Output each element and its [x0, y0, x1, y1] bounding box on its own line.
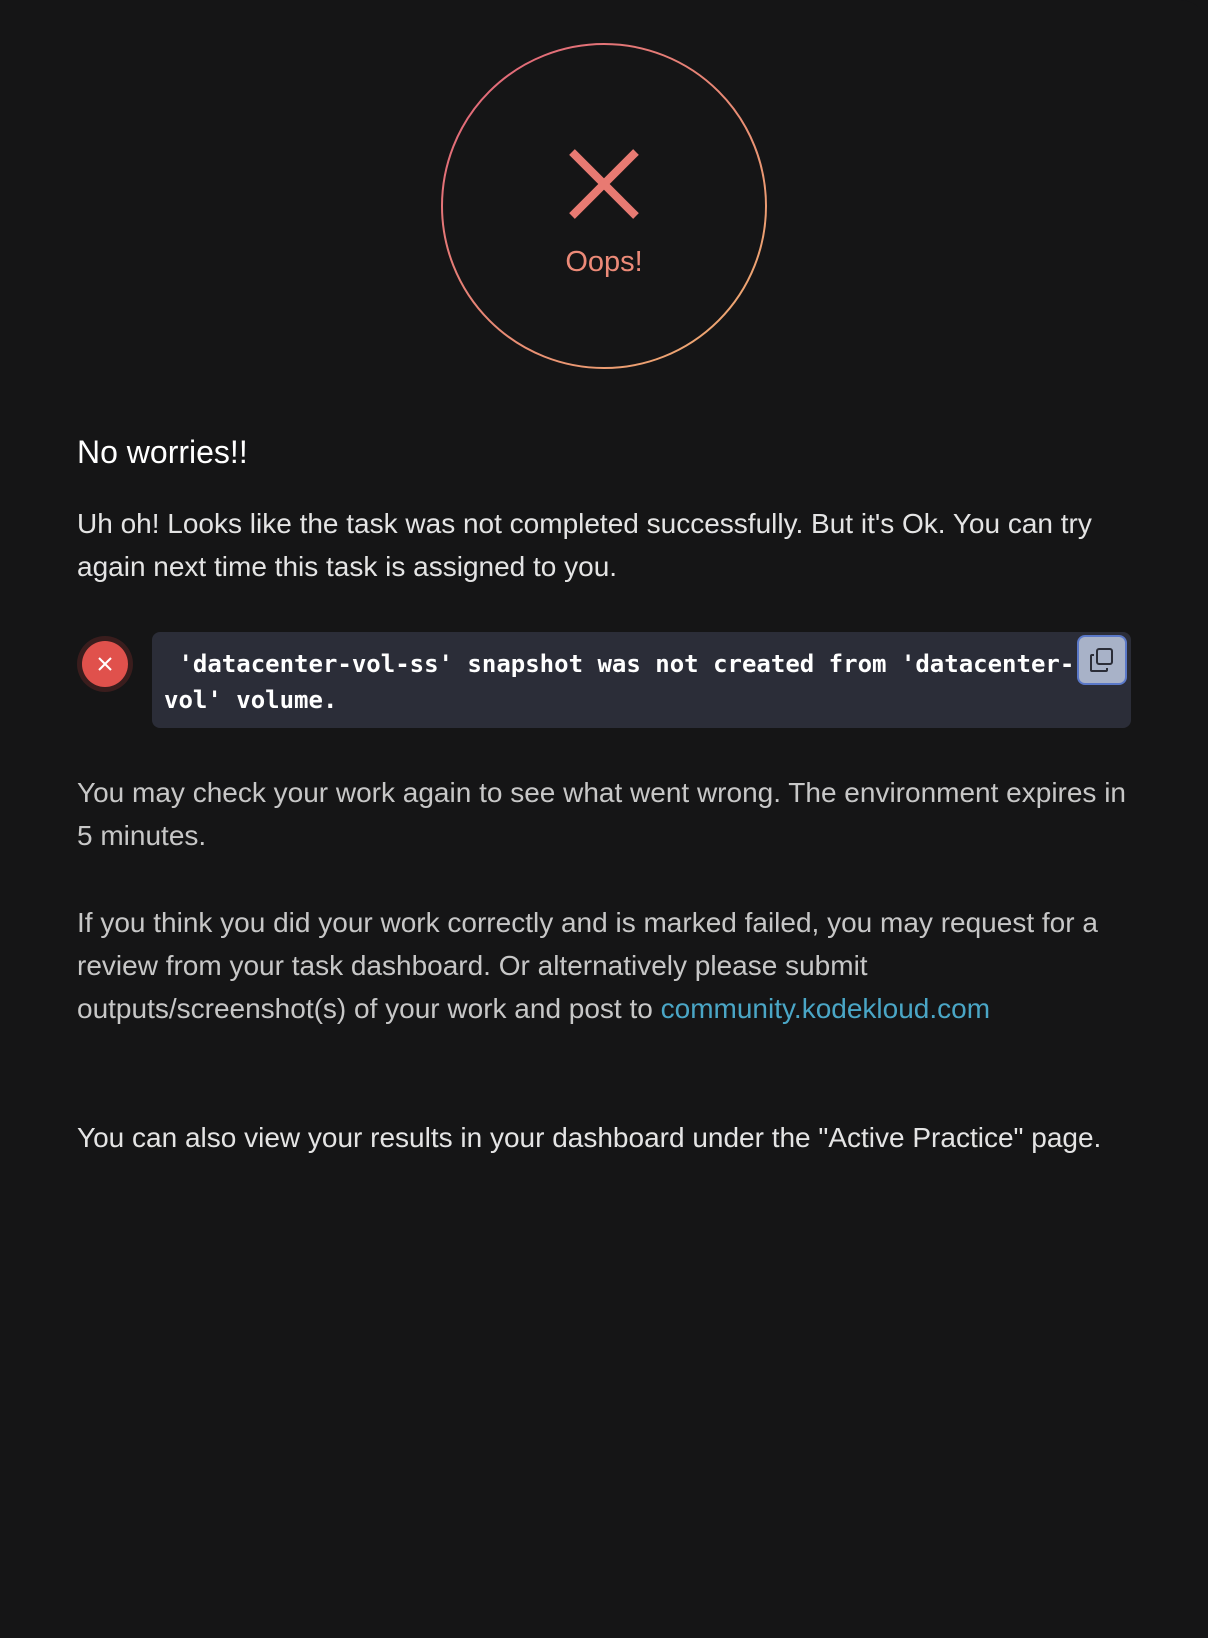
dashboard-note: You can also view your results in your d…: [77, 1122, 1102, 1153]
check-again-text: You may check your work again to see wha…: [77, 777, 1127, 851]
oops-badge: Oops!: [440, 42, 768, 370]
copy-button[interactable]: [1079, 637, 1125, 683]
review-text: If you think you did your work correctly…: [77, 901, 1142, 1030]
result-message: 'datacenter-vol-ss' snapshot was not cre…: [164, 650, 1075, 714]
status-badge: [77, 636, 133, 692]
intro-text: Uh oh! Looks like the task was not compl…: [77, 508, 1092, 582]
oops-label: Oops!: [565, 246, 643, 278]
result-panel: Oops! No worries!! Uh oh! Looks like the…: [0, 0, 1208, 1638]
page-title: No worries!!: [77, 434, 248, 470]
copy-icon: [1090, 648, 1113, 672]
result-message-box: 'datacenter-vol-ss' snapshot was not cre…: [152, 632, 1131, 728]
close-icon: [569, 149, 639, 219]
error-x-icon: [98, 657, 112, 671]
community-link[interactable]: community.kodekloud.com: [661, 993, 990, 1024]
check-result: 'datacenter-vol-ss' snapshot was not cre…: [77, 632, 1131, 728]
